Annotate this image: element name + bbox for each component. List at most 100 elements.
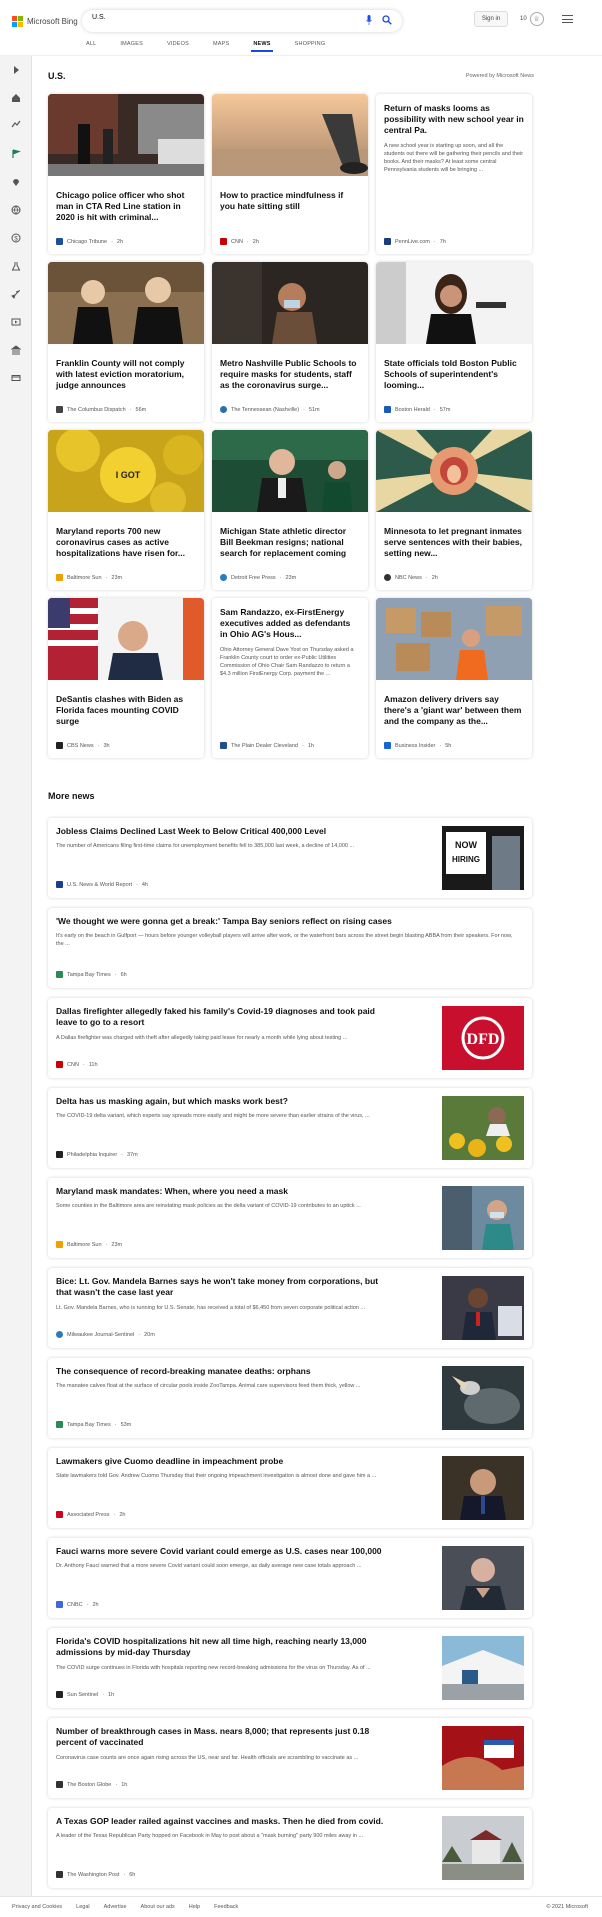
item-source[interactable]: The Washington Post · 6h	[56, 1871, 135, 1878]
item-title[interactable]: Lawmakers give Cuomo deadline in impeach…	[56, 1456, 396, 1467]
footer-link-advertise[interactable]: Advertise	[104, 1904, 127, 1910]
card-title[interactable]: Metro Nashville Public Schools to requir…	[212, 349, 368, 401]
rewards-button[interactable]: 10 ♕	[520, 12, 544, 26]
news-card[interactable]: How to practice mindfulness if you hate …	[212, 94, 368, 254]
news-card[interactable]: Minnesota to let pregnant inmates serve …	[376, 430, 532, 590]
item-title[interactable]: Jobless Claims Declined Last Week to Bel…	[56, 826, 396, 837]
more-news-item[interactable]: Maryland mask mandates: When, where you …	[48, 1178, 532, 1258]
item-source[interactable]: CNN · 11h	[56, 1061, 98, 1068]
item-source[interactable]: Philadelphia Inquirer · 37m	[56, 1151, 138, 1158]
card-source[interactable]: Baltimore Sun · 23m	[56, 574, 122, 581]
news-card[interactable]: Sam Randazzo, ex-FirstEnergy executives …	[212, 598, 368, 758]
card-source[interactable]: CNN · 2h	[220, 238, 259, 245]
item-title[interactable]: Florida's COVID hospitalizations hit new…	[56, 1636, 396, 1658]
tab-shopping[interactable]: SHOPPING	[295, 39, 326, 52]
flag-icon[interactable]	[10, 148, 22, 160]
globe-icon[interactable]	[10, 204, 22, 216]
more-news-item[interactable]: Jobless Claims Declined Last Week to Bel…	[48, 818, 532, 898]
news-card[interactable]: Franklin County will not comply with lat…	[48, 262, 204, 422]
home-icon[interactable]	[10, 92, 22, 104]
footer-link-privacy[interactable]: Privacy and Cookies	[12, 1904, 62, 1910]
card-title[interactable]: Amazon delivery drivers say there's a 'g…	[376, 685, 532, 737]
footer-link-about-ads[interactable]: About our ads	[141, 1904, 175, 1910]
card-title[interactable]: How to practice mindfulness if you hate …	[212, 181, 368, 233]
search-input[interactable]	[92, 14, 332, 21]
news-card[interactable]: Amazon delivery drivers say there's a 'g…	[376, 598, 532, 758]
card-title[interactable]: Minnesota to let pregnant inmates serve …	[376, 517, 532, 569]
more-news-item[interactable]: Fauci warns more severe Covid variant co…	[48, 1538, 532, 1618]
news-card[interactable]: Metro Nashville Public Schools to requir…	[212, 262, 368, 422]
card-title[interactable]: Sam Randazzo, ex-FirstEnergy executives …	[212, 598, 368, 640]
item-source[interactable]: U.S. News & World Report · 4h	[56, 881, 148, 888]
science-icon[interactable]	[10, 260, 22, 272]
item-title[interactable]: Bice: Lt. Gov. Mandela Barnes says he wo…	[56, 1276, 396, 1298]
card-source[interactable]: Business Insider · 5h	[384, 742, 451, 749]
more-news-item[interactable]: Delta has us masking again, but which ma…	[48, 1088, 532, 1168]
item-source[interactable]: The Boston Globe · 1h	[56, 1781, 127, 1788]
tab-images[interactable]: IMAGES	[120, 39, 143, 52]
more-news-item[interactable]: A Texas GOP leader railed against vaccin…	[48, 1808, 532, 1888]
card-title[interactable]: Return of masks looms as possibility wit…	[376, 94, 532, 136]
tab-all[interactable]: ALL	[86, 39, 96, 52]
news-card[interactable]: Chicago police officer who shot man in C…	[48, 94, 204, 254]
item-source[interactable]: Milwaukee Journal-Sentinel · 20m	[56, 1331, 155, 1338]
tab-news[interactable]: NEWS	[251, 39, 274, 52]
card-title[interactable]: DeSantis clashes with Biden as Florida f…	[48, 685, 204, 737]
item-title[interactable]: Fauci warns more severe Covid variant co…	[56, 1546, 396, 1557]
trending-icon[interactable]	[10, 118, 22, 130]
item-source[interactable]: CNBC · 2h	[56, 1601, 99, 1608]
news-card[interactable]: State officials told Boston Public Schoo…	[376, 262, 532, 422]
item-source[interactable]: Tampa Bay Times · 53m	[56, 1421, 131, 1428]
card-source[interactable]: NBC News · 2h	[384, 574, 438, 581]
card-source[interactable]: PennLive.com · 7h	[384, 238, 446, 245]
more-news-item[interactable]: Dallas firefighter allegedly faked his f…	[48, 998, 532, 1078]
item-source[interactable]: Tampa Bay Times · 6h	[56, 971, 127, 978]
item-source[interactable]: Associated Press · 2h	[56, 1511, 125, 1518]
more-news-item[interactable]: The consequence of record-breaking manat…	[48, 1358, 532, 1438]
card-source[interactable]: Detroit Free Press · 23m	[220, 574, 296, 581]
more-news-item[interactable]: 'We thought we were gonna get a break:' …	[48, 908, 532, 988]
microphone-icon[interactable]	[366, 15, 372, 25]
menu-icon[interactable]	[562, 15, 573, 23]
card-source[interactable]: The Tennessean (Nashville) · 51m	[220, 406, 320, 413]
tab-videos[interactable]: VIDEOS	[167, 39, 189, 52]
item-title[interactable]: Maryland mask mandates: When, where you …	[56, 1186, 396, 1197]
item-title[interactable]: The consequence of record-breaking manat…	[56, 1366, 396, 1377]
news-card[interactable]: DeSantis clashes with Biden as Florida f…	[48, 598, 204, 758]
card-icon[interactable]	[10, 372, 22, 384]
more-news-item[interactable]: Lawmakers give Cuomo deadline in impeach…	[48, 1448, 532, 1528]
card-source[interactable]: Chicago Tribune · 2h	[56, 238, 123, 245]
search-box[interactable]	[82, 10, 402, 32]
card-source[interactable]: The Columbus Dispatch · 56m	[56, 406, 146, 413]
tab-maps[interactable]: MAPS	[213, 39, 229, 52]
money-icon[interactable]: $	[10, 232, 22, 244]
item-title[interactable]: Delta has us masking again, but which ma…	[56, 1096, 396, 1107]
card-title[interactable]: Franklin County will not comply with lat…	[48, 349, 204, 401]
card-title[interactable]: State officials told Boston Public Schoo…	[376, 349, 532, 401]
news-card[interactable]: I GOT Maryland reports 700 new coronavir…	[48, 430, 204, 590]
card-title[interactable]: Michigan State athletic director Bill Be…	[212, 517, 368, 569]
item-title[interactable]: 'We thought we were gonna get a break:' …	[56, 916, 516, 927]
footer-link-help[interactable]: Help	[189, 1904, 200, 1910]
news-card[interactable]: Return of masks looms as possibility wit…	[376, 94, 532, 254]
item-title[interactable]: Number of breakthrough cases in Mass. ne…	[56, 1726, 396, 1748]
rocket-icon[interactable]	[10, 288, 22, 300]
item-title[interactable]: Dallas firefighter allegedly faked his f…	[56, 1006, 396, 1028]
footer-link-feedback[interactable]: Feedback	[214, 1904, 238, 1910]
sign-in-button[interactable]: Sign in	[474, 11, 508, 27]
location-icon[interactable]	[10, 176, 22, 188]
card-source[interactable]: The Plain Dealer Cleveland · 1h	[220, 742, 314, 749]
government-icon[interactable]	[10, 344, 22, 356]
news-card[interactable]: Michigan State athletic director Bill Be…	[212, 430, 368, 590]
more-news-item[interactable]: Florida's COVID hospitalizations hit new…	[48, 1628, 532, 1708]
item-title[interactable]: A Texas GOP leader railed against vaccin…	[56, 1816, 396, 1827]
card-source[interactable]: Boston Herald · 57m	[384, 406, 450, 413]
card-source[interactable]: CBS News · 3h	[56, 742, 110, 749]
more-news-item[interactable]: Number of breakthrough cases in Mass. ne…	[48, 1718, 532, 1798]
card-title[interactable]: Maryland reports 700 new coronavirus cas…	[48, 517, 204, 569]
expand-icon[interactable]	[10, 64, 22, 76]
card-title[interactable]: Chicago police officer who shot man in C…	[48, 181, 204, 233]
item-source[interactable]: Sun Sentinel · 1h	[56, 1691, 114, 1698]
bing-logo[interactable]: Microsoft Bing	[12, 16, 78, 27]
entertainment-icon[interactable]	[10, 316, 22, 328]
